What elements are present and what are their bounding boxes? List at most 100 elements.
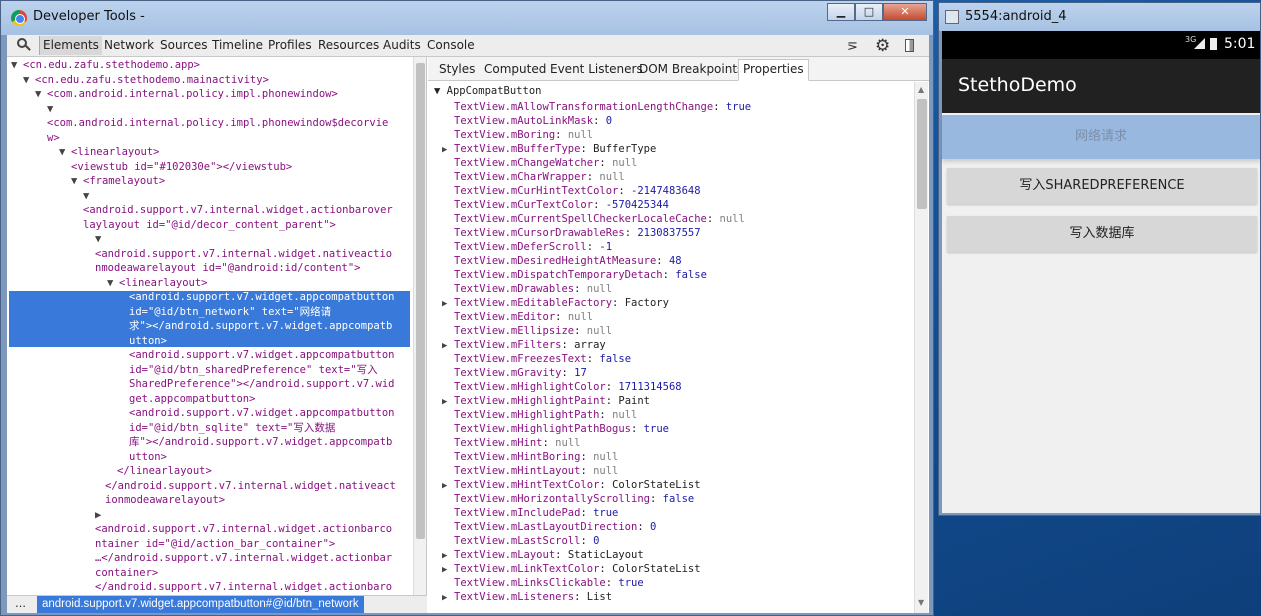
- properties-scrollbar[interactable]: ▲ ▼: [914, 82, 928, 613]
- scroll-down-icon[interactable]: ▼: [918, 598, 924, 607]
- property-row[interactable]: ▶ TextView.mBufferType: BufferType: [442, 142, 656, 157]
- tree-node-line[interactable]: </android.support.v7.internal.widget.nat…: [105, 479, 396, 494]
- expand-triangle-icon[interactable]: ▶: [442, 563, 454, 577]
- property-row[interactable]: TextView.mEllipsize: null: [442, 324, 612, 338]
- property-row[interactable]: ▶ TextView.mEditableFactory: Factory: [442, 296, 669, 311]
- tab-event-listeners[interactable]: Event Listeners: [550, 62, 643, 76]
- tree-node-line[interactable]: <viewstub id="#102030e"></viewstub>: [71, 160, 292, 175]
- scroll-up-icon[interactable]: ▲: [918, 85, 924, 94]
- tree-node-line[interactable]: ▼ <cn.edu.zafu.stethodemo.mainactivity>: [23, 73, 269, 88]
- property-row[interactable]: TextView.mEditor: null: [442, 310, 593, 324]
- tree-node-line[interactable]: <android.support.v7.internal.widget.nati…: [95, 247, 392, 262]
- tree-node-line[interactable]: …</android.support.v7.internal.widget.ac…: [95, 551, 392, 566]
- tree-node-line[interactable]: laylayout id="@id/decor_content_parent">: [83, 218, 336, 233]
- tree-node-line[interactable]: </linearlayout>: [117, 464, 212, 479]
- tab-profiles[interactable]: Profiles: [268, 38, 312, 52]
- property-row[interactable]: TextView.mGravity: 17: [442, 366, 587, 380]
- property-row[interactable]: TextView.mCurrentSpellCheckerLocaleCache…: [442, 212, 745, 226]
- expand-triangle-icon[interactable]: ▶: [442, 479, 454, 493]
- property-row[interactable]: ▶ TextView.mHintTextColor: ColorStateList: [442, 478, 701, 493]
- property-row[interactable]: TextView.mFreezesText: false: [442, 352, 631, 366]
- properties-section-header[interactable]: ▼ AppCompatButton: [434, 84, 541, 98]
- dock-side-icon[interactable]: [905, 39, 914, 52]
- property-row[interactable]: TextView.mHighlightPathBogus: true: [442, 422, 669, 436]
- expand-triangle-icon[interactable]: ▼: [71, 174, 83, 189]
- property-row[interactable]: TextView.mDeferScroll: -1: [442, 240, 612, 254]
- property-row[interactable]: TextView.mHorizontallyScrolling: false: [442, 492, 694, 506]
- breadcrumb-ellipsis[interactable]: …: [15, 597, 26, 610]
- tree-node-line[interactable]: ▶: [95, 508, 107, 523]
- tab-console[interactable]: Console: [427, 38, 475, 52]
- tab-resources[interactable]: Resources: [318, 38, 379, 52]
- expand-triangle-icon[interactable]: ▶: [442, 591, 454, 605]
- property-row[interactable]: TextView.mAutoLinkMask: 0: [442, 114, 612, 128]
- tree-node-line[interactable]: <android.support.v7.widget.appcompatbutt…: [129, 348, 395, 363]
- write-database-button[interactable]: 写入数据库: [947, 216, 1257, 252]
- property-row[interactable]: TextView.mHighlightPath: null: [442, 408, 637, 422]
- tab-network[interactable]: Network: [104, 38, 154, 52]
- expand-triangle-icon[interactable]: ▼: [83, 189, 95, 204]
- expand-triangle-icon[interactable]: ▶: [442, 339, 454, 353]
- expand-triangle-icon[interactable]: ▶: [442, 143, 454, 157]
- tab-properties[interactable]: Properties: [738, 59, 809, 81]
- expand-triangle-icon[interactable]: ▼: [95, 232, 107, 247]
- tree-node-line[interactable]: <android.support.v7.widget.appcompatbutt…: [129, 290, 395, 305]
- expand-triangle-icon[interactable]: ▼: [59, 145, 71, 160]
- property-row[interactable]: TextView.mBoring: null: [442, 128, 593, 142]
- property-row[interactable]: TextView.mAllowTransformationLengthChang…: [442, 100, 751, 114]
- properties-pane[interactable]: ▼ AppCompatButton TextView.mAllowTransfo…: [428, 82, 929, 613]
- expand-triangle-icon[interactable]: ▼: [23, 73, 35, 88]
- tree-node-line[interactable]: ▼: [83, 189, 95, 204]
- tree-node-line[interactable]: <android.support.v7.widget.appcompatbutt…: [129, 406, 395, 421]
- close-button[interactable]: ✕: [883, 3, 927, 21]
- tree-node-line[interactable]: id="@id/btn_sqlite" text="写入数据: [129, 421, 335, 436]
- property-row[interactable]: TextView.mDispatchTemporaryDetach: false: [442, 268, 707, 282]
- console-drawer-icon[interactable]: ⋝: [847, 39, 858, 54]
- maximize-button[interactable]: □: [855, 3, 883, 21]
- tab-elements[interactable]: Elements: [39, 36, 102, 55]
- property-row[interactable]: TextView.mCursorDrawableRes: 2130837557: [442, 226, 701, 240]
- tab-audits[interactable]: Audits: [383, 38, 421, 52]
- property-row[interactable]: ▶ TextView.mLinkTextColor: ColorStateList: [442, 562, 701, 577]
- tree-scrollbar[interactable]: [413, 57, 426, 595]
- tree-node-line[interactable]: ▼ <linearlayout>: [59, 145, 160, 160]
- tree-node-line[interactable]: <com.android.internal.policy.impl.phonew…: [47, 116, 388, 131]
- breadcrumb-selected-node[interactable]: android.support.v7.widget.appcompatbutto…: [37, 596, 364, 613]
- tree-node-line[interactable]: id="@id/btn_sharedPreference" text="写入: [129, 363, 378, 378]
- tree-node-line[interactable]: ▼: [47, 102, 59, 117]
- property-row[interactable]: ▶ TextView.mHighlightPaint: Paint: [442, 394, 650, 409]
- property-row[interactable]: TextView.mChangeWatcher: null: [442, 156, 637, 170]
- tab-computed[interactable]: Computed: [484, 62, 546, 76]
- tree-node-line[interactable]: 库"></android.support.v7.widget.appcompat…: [129, 435, 392, 450]
- tree-node-line[interactable]: get.appcompatbutton>: [129, 392, 255, 407]
- property-row[interactable]: TextView.mCharWrapper: null: [442, 170, 625, 184]
- tree-node-line[interactable]: container>: [95, 566, 158, 581]
- property-row[interactable]: ▶ TextView.mLayout: StaticLayout: [442, 548, 644, 563]
- search-icon[interactable]: [17, 38, 31, 52]
- write-sharedpreference-button[interactable]: 写入SHAREDPREFERENCE: [947, 168, 1257, 204]
- property-row[interactable]: TextView.mHighlightColor: 1711314568: [442, 380, 682, 394]
- tree-node-line[interactable]: nmodeawarelayout id="@android:id/content…: [95, 261, 361, 276]
- expand-triangle-icon[interactable]: ▼: [107, 276, 119, 291]
- elements-tree[interactable]: ▼ <cn.edu.zafu.stethodemo.app> ▼ <cn.edu.za…: [7, 57, 427, 595]
- property-row[interactable]: TextView.mHintBoring: null: [442, 450, 618, 464]
- expand-triangle-icon[interactable]: ▼: [47, 102, 59, 117]
- tree-node-line[interactable]: ▼: [95, 232, 107, 247]
- property-row[interactable]: TextView.mHint: null: [442, 436, 580, 450]
- tree-node-line[interactable]: 求"></android.support.v7.widget.appcompat…: [129, 319, 392, 334]
- property-row[interactable]: TextView.mCurTextColor: -570425344: [442, 198, 669, 212]
- tree-node-line[interactable]: w>: [47, 131, 60, 146]
- property-row[interactable]: TextView.mDrawables: null: [442, 282, 612, 296]
- expand-triangle-icon[interactable]: ▼: [35, 87, 47, 102]
- tab-styles[interactable]: Styles: [439, 62, 475, 76]
- tree-node-line[interactable]: ▼ <linearlayout>: [107, 276, 208, 291]
- tree-node-line[interactable]: utton>: [129, 334, 167, 349]
- expand-triangle-icon[interactable]: ▼: [11, 58, 23, 73]
- collapse-triangle-icon[interactable]: ▶: [95, 508, 107, 523]
- property-row[interactable]: TextView.mLinksClickable: true: [442, 576, 644, 590]
- expand-triangle-icon[interactable]: ▶: [442, 395, 454, 409]
- minimize-button[interactable]: ▁: [827, 3, 855, 21]
- tree-node-line[interactable]: utton>: [129, 450, 167, 465]
- property-row[interactable]: TextView.mDesiredHeightAtMeasure: 48: [442, 254, 682, 268]
- tab-dom-breakpoints[interactable]: DOM Breakpoints: [639, 62, 743, 76]
